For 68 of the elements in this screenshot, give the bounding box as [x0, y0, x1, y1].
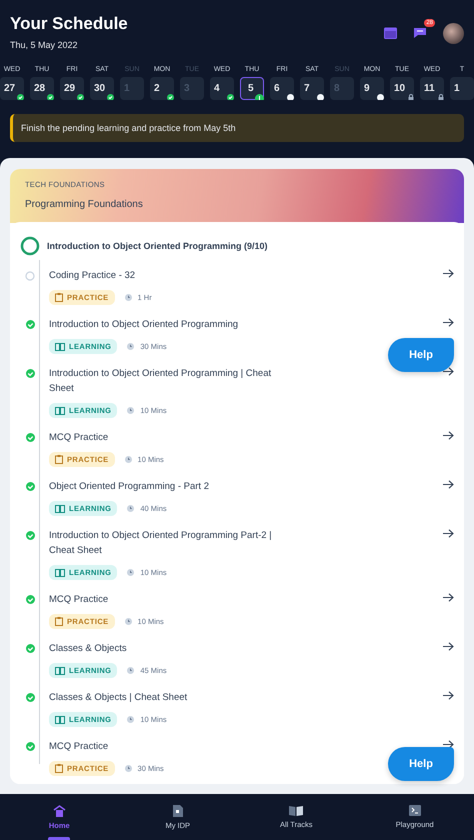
day-button[interactable]: 27 — [0, 77, 24, 100]
day-button[interactable]: 6 — [270, 77, 294, 100]
clock-icon — [127, 407, 134, 414]
clock-icon — [127, 667, 134, 674]
arrow-icon[interactable] — [443, 740, 454, 749]
clock-icon — [124, 618, 132, 625]
track-name: Programming Foundations — [25, 199, 144, 210]
day-button[interactable]: 11 — [420, 77, 444, 100]
avatar[interactable] — [443, 22, 464, 44]
clock-icon — [124, 294, 132, 301]
clipboard-icon — [55, 764, 63, 773]
arrow-icon[interactable] — [443, 642, 454, 651]
arrow-icon[interactable] — [443, 593, 454, 602]
page-title: Your Schedule — [10, 14, 128, 34]
day-button[interactable]: 7 — [300, 77, 324, 100]
lesson-title[interactable]: Introduction to Object Oriented Programming — [49, 317, 284, 332]
arrow-icon[interactable] — [443, 318, 454, 327]
book-icon — [55, 568, 65, 576]
book-icon — [55, 342, 65, 350]
lesson-title[interactable]: Classes & Objects — [49, 641, 284, 656]
arrow-icon[interactable] — [443, 529, 454, 538]
lesson-title[interactable]: Classes & Objects | Cheat Sheet — [49, 690, 284, 705]
clipboard-icon — [55, 293, 63, 302]
help-button[interactable]: Help — [388, 747, 454, 781]
lesson-title[interactable]: Object Oriented Programming - Part 2 — [49, 479, 284, 494]
clock-icon — [127, 505, 134, 512]
clock-icon — [124, 456, 132, 463]
progress-ring-icon — [20, 236, 40, 256]
help-button[interactable]: Help — [388, 338, 454, 372]
lesson-title[interactable]: MCQ Practice — [49, 739, 284, 754]
arrow-icon[interactable] — [443, 691, 454, 700]
arrow-icon[interactable] — [443, 269, 454, 278]
clock-icon — [127, 569, 134, 576]
day-button[interactable]: 2 — [150, 77, 174, 100]
lesson-title[interactable]: Introduction to Object Oriented Programming Part-2 | Cheat Sheet — [49, 528, 284, 558]
arrow-icon[interactable] — [443, 431, 454, 440]
arrow-icon[interactable] — [443, 480, 454, 489]
day-button[interactable]: 4 — [210, 77, 234, 100]
book-icon — [55, 666, 65, 674]
chat-icon[interactable] — [413, 26, 427, 39]
book-icon — [55, 504, 65, 512]
clock-icon — [127, 716, 134, 723]
module-title: Introduction to Object Oriented Programming (9/10) — [47, 241, 268, 251]
day-button[interactable]: 29 — [60, 77, 84, 100]
lesson-title[interactable]: Coding Practice - 32 — [49, 268, 284, 283]
day-button[interactable]: 10 — [390, 77, 414, 100]
notice-banner: Finish the pending learning and practice from May 5th — [10, 114, 464, 142]
clipboard-icon — [55, 455, 63, 464]
day-button[interactable]: 30 — [90, 77, 114, 100]
book-icon — [289, 805, 304, 816]
day-button[interactable]: 5 — [240, 77, 264, 100]
home-icon — [52, 804, 66, 816]
clock-icon — [124, 765, 132, 772]
lesson-title[interactable]: MCQ Practice — [49, 592, 284, 607]
lesson-title[interactable]: MCQ Practice — [49, 430, 284, 445]
clipboard-icon — [55, 617, 63, 626]
clock-icon — [127, 343, 134, 350]
current-date: Thu, 5 May 2022 — [10, 40, 79, 50]
book-icon — [55, 406, 65, 414]
calendar-icon[interactable] — [384, 27, 397, 39]
arrow-icon[interactable] — [443, 367, 454, 376]
day-button[interactable]: 1 — [450, 77, 474, 100]
day-button[interactable]: 28 — [30, 77, 54, 100]
book-icon — [55, 716, 65, 724]
day-button[interactable]: 9 — [360, 77, 384, 100]
document-icon — [172, 804, 183, 816]
terminal-icon — [408, 805, 421, 816]
lesson-title[interactable]: Introduction to Object Oriented Programming | Cheat Sheet — [49, 366, 284, 396]
